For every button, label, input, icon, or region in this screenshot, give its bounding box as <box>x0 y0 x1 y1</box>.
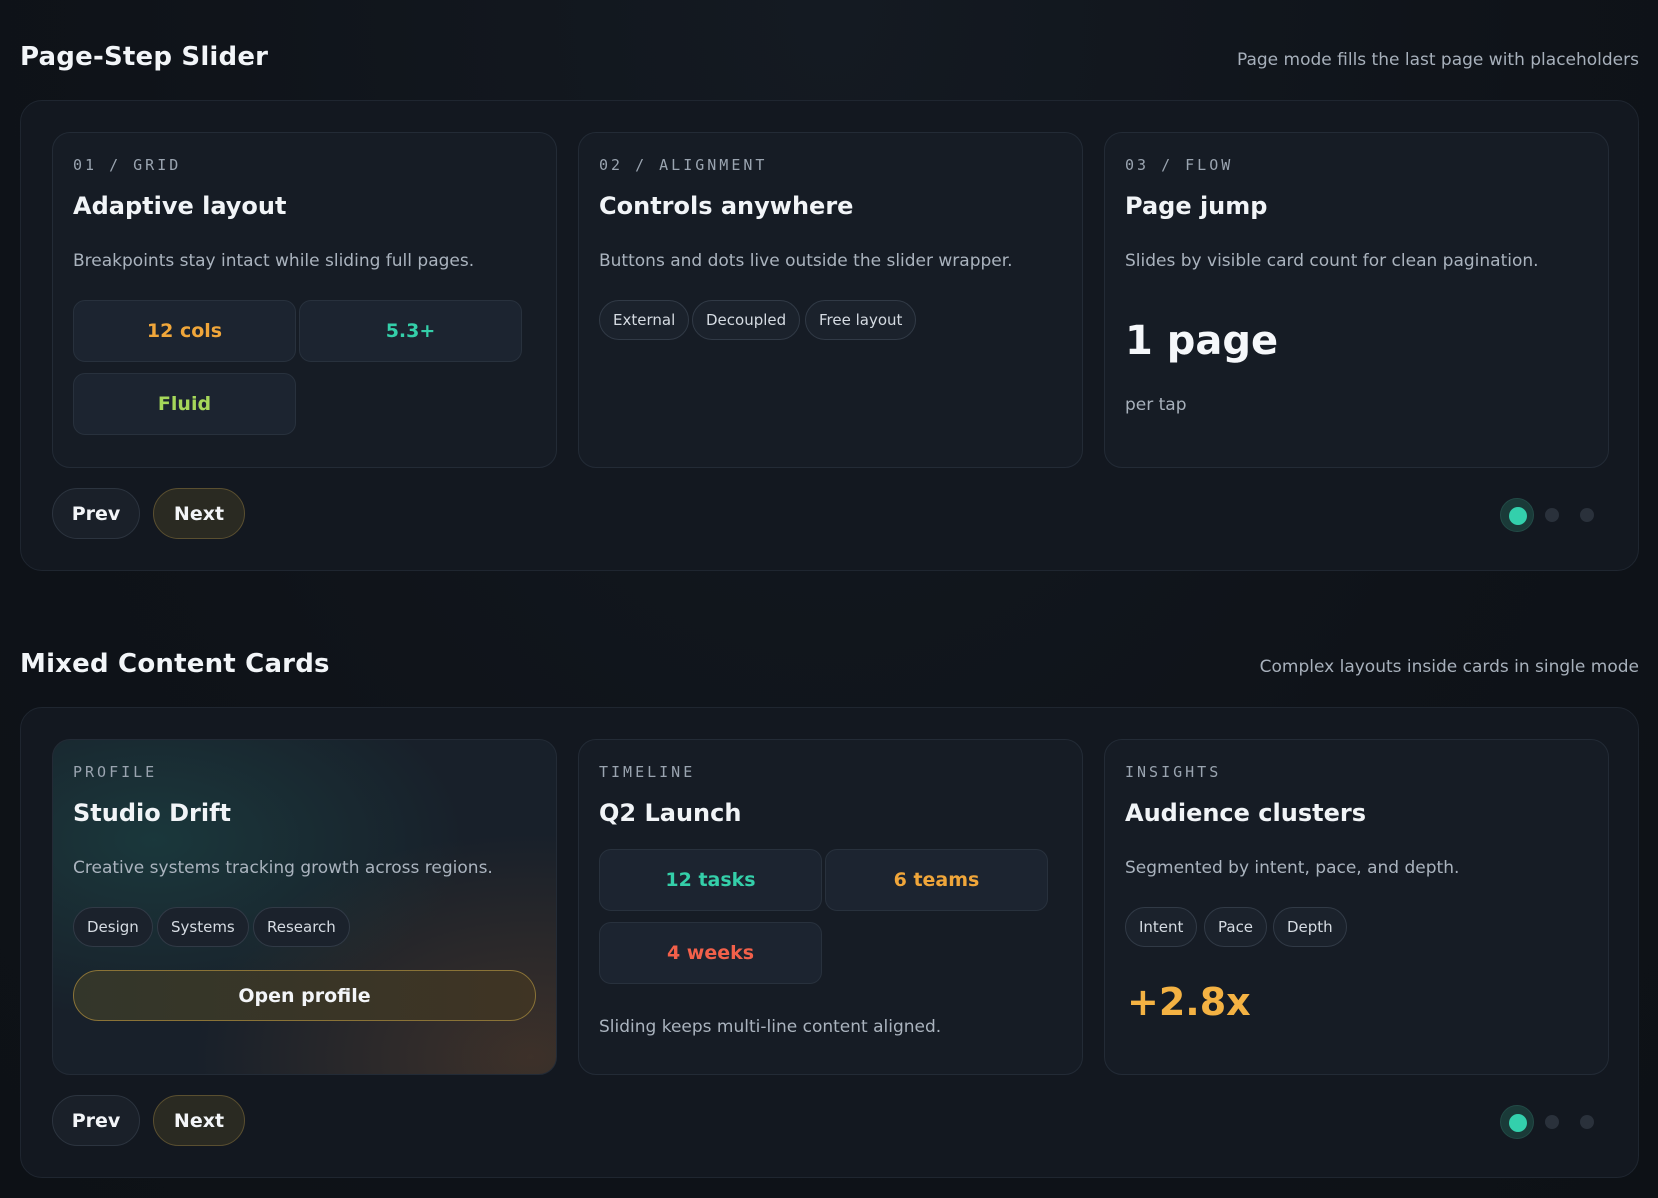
chip-depth: Depth <box>1273 907 1347 947</box>
card-eyebrow: 01 / GRID <box>73 156 182 174</box>
pagination-dot-1[interactable] <box>1500 1105 1534 1139</box>
pagination-dot-2[interactable] <box>1545 1115 1559 1129</box>
card-title: Audience clusters <box>1125 799 1366 827</box>
card-eyebrow: 03 / FLOW <box>1125 156 1234 174</box>
chip-intent: Intent <box>1125 907 1198 947</box>
chip-external: External <box>599 300 690 340</box>
big-stat-caption: per tap <box>1125 395 1187 415</box>
slide-card-flow: 03 / FLOW Page jump Slides by visible ca… <box>1104 132 1609 468</box>
chip-free-layout: Free layout <box>805 300 917 340</box>
slider-panel: 01 / GRID Adaptive layout Breakpoints st… <box>20 100 1639 571</box>
mixed-content-section: Mixed Content Cards Complex layouts insi… <box>20 647 1639 1178</box>
slide-card-timeline: TIMELINE Q2 Launch 12 tasks 6 teams 4 we… <box>578 739 1083 1075</box>
card-eyebrow: PROFILE <box>73 763 158 781</box>
pagination-dots <box>1500 497 1600 533</box>
section-header: Mixed Content Cards Complex layouts insi… <box>20 647 1639 687</box>
stat-tasks: 12 tasks <box>599 849 822 911</box>
next-button[interactable]: Next <box>153 488 245 539</box>
section-subtitle: Complex layouts inside cards in single m… <box>1259 657 1639 677</box>
stat-teams: 6 teams <box>825 849 1048 911</box>
card-description: Slides by visible card count for clean p… <box>1125 251 1539 271</box>
section-title: Page-Step Slider <box>20 42 269 72</box>
slide-card-alignment: 02 / ALIGNMENT Controls anywhere Buttons… <box>578 132 1083 468</box>
section-subtitle: Page mode fills the last page with place… <box>1236 50 1639 70</box>
card-title: Adaptive layout <box>73 192 287 220</box>
card-title: Controls anywhere <box>599 192 854 220</box>
section-title: Mixed Content Cards <box>20 649 330 679</box>
page-step-slider-section: Page-Step Slider Page mode fills the las… <box>20 40 1639 571</box>
pagination-dot-3[interactable] <box>1580 508 1594 522</box>
slide-card-profile: PROFILE Studio Drift Creative systems tr… <box>52 739 557 1075</box>
card-eyebrow: 02 / ALIGNMENT <box>599 156 768 174</box>
open-profile-button[interactable]: Open profile <box>73 970 536 1021</box>
slider-panel: PROFILE Studio Drift Creative systems tr… <box>20 707 1639 1178</box>
pagination-dot-2[interactable] <box>1545 508 1559 522</box>
card-description: Breakpoints stay intact while sliding fu… <box>73 251 475 271</box>
pagination-dots <box>1500 1104 1600 1140</box>
card-eyebrow: TIMELINE <box>599 763 696 781</box>
stat-version: 5.3+ <box>299 300 522 362</box>
chip-design: Design <box>73 907 153 947</box>
stat-cols: 12 cols <box>73 300 296 362</box>
card-title: Page jump <box>1125 192 1268 220</box>
growth-stat: +2.8x <box>1127 980 1251 1024</box>
prev-button[interactable]: Prev <box>52 488 140 539</box>
card-description: Creative systems tracking growth across … <box>73 858 493 878</box>
card-title: Studio Drift <box>73 799 231 827</box>
stat-weeks: 4 weeks <box>599 922 822 984</box>
chip-research: Research <box>253 907 350 947</box>
slide-card-grid: 01 / GRID Adaptive layout Breakpoints st… <box>52 132 557 468</box>
big-stat: 1 page <box>1125 318 1279 364</box>
section-header: Page-Step Slider Page mode fills the las… <box>20 40 1639 80</box>
card-note: Sliding keeps multi-line content aligned… <box>599 1017 942 1037</box>
slide-card-insights: INSIGHTS Audience clusters Segmented by … <box>1104 739 1609 1075</box>
card-description: Segmented by intent, pace, and depth. <box>1125 858 1460 878</box>
prev-button[interactable]: Prev <box>52 1095 140 1146</box>
card-description: Buttons and dots live outside the slider… <box>599 251 1013 271</box>
chip-decoupled: Decoupled <box>692 300 801 340</box>
next-button[interactable]: Next <box>153 1095 245 1146</box>
pagination-dot-3[interactable] <box>1580 1115 1594 1129</box>
card-eyebrow: INSIGHTS <box>1125 763 1222 781</box>
chip-pace: Pace <box>1204 907 1268 947</box>
chip-systems: Systems <box>157 907 249 947</box>
card-title: Q2 Launch <box>599 799 742 827</box>
pagination-dot-1[interactable] <box>1500 498 1534 532</box>
stat-fluid: Fluid <box>73 373 296 435</box>
